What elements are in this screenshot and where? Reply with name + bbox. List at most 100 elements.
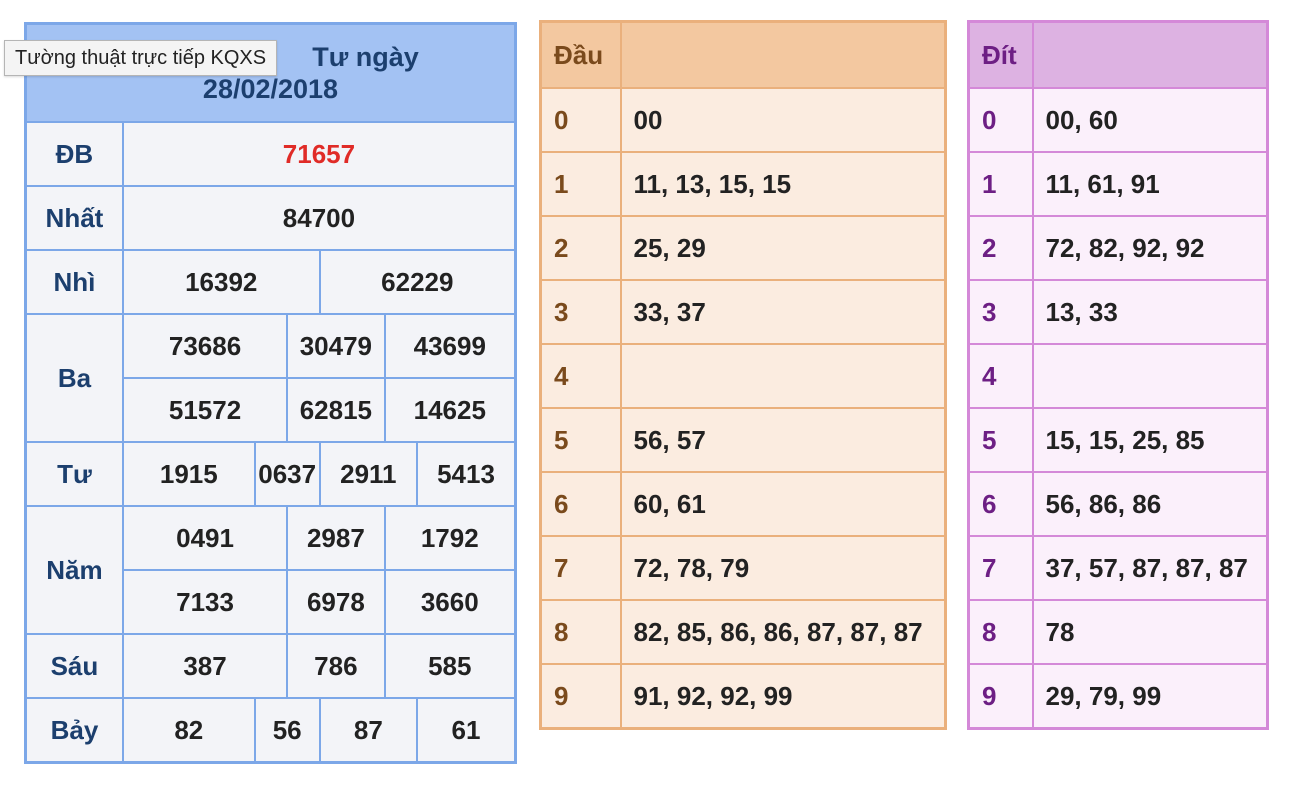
dit-key: 8 <box>967 599 1034 665</box>
prize-value: 51572 <box>121 377 289 443</box>
dit-header: Đít <box>967 20 1034 89</box>
dau-value <box>619 343 947 409</box>
prize-value: 786 <box>286 633 386 699</box>
dit-row: 9 29, 79, 99 <box>967 663 1269 730</box>
prize-label: Nhất <box>24 185 124 251</box>
special-prize-value: 71657 <box>121 121 517 187</box>
prize-value: 73686 <box>121 313 289 379</box>
dau-row: 4 <box>539 343 947 409</box>
prize-value: 3660 <box>383 569 517 635</box>
dau-value: 33, 37 <box>619 279 947 345</box>
prize-value: 61 <box>416 697 517 764</box>
prize-value: 30479 <box>286 313 386 379</box>
dau-value: 72, 78, 79 <box>619 535 947 601</box>
prize-value: 14625 <box>383 377 517 443</box>
dau-row: 1 11, 13, 15, 15 <box>539 151 947 217</box>
prize-row-nam: Năm 0491 2987 1792 <box>24 505 517 635</box>
prize-value: 16392 <box>121 249 321 315</box>
dau-value: 11, 13, 15, 15 <box>619 151 947 217</box>
dit-row: 4 <box>967 343 1269 409</box>
dau-key: 4 <box>539 343 622 409</box>
dit-key: 6 <box>967 471 1034 537</box>
prize-row-db: ĐB 71657 <box>24 121 517 187</box>
dit-header-value <box>1031 20 1269 89</box>
dau-key: 8 <box>539 599 622 665</box>
dau-table: Đầu 0 00 1 11, 13, 15, 15 2 25, 29 3 33, 37 4 5 56… <box>539 20 947 730</box>
prize-value: 2911 <box>318 441 419 507</box>
dit-key: 9 <box>967 663 1034 730</box>
dit-value: 72, 82, 92, 92 <box>1031 215 1269 281</box>
dau-value: 00 <box>619 87 947 153</box>
prize-row-nhat: Nhất 84700 <box>24 185 517 251</box>
dau-row: 3 33, 37 <box>539 279 947 345</box>
prize-value: 56 <box>253 697 321 764</box>
prize-row-bay: Bảy 82 56 87 61 <box>24 697 517 764</box>
dit-row: 7 37, 57, 87, 87, 87 <box>967 535 1269 601</box>
dit-row: 1 11, 61, 91 <box>967 151 1269 217</box>
prize-label: Năm <box>24 505 124 635</box>
dit-value: 29, 79, 99 <box>1031 663 1269 730</box>
dit-row: 0 00, 60 <box>967 87 1269 153</box>
prize-label: Bảy <box>24 697 124 764</box>
results-title-date: 28/02/2018 <box>202 74 339 104</box>
prize-value: 6978 <box>286 569 386 635</box>
dit-row: 6 56, 86, 86 <box>967 471 1269 537</box>
dit-key: 3 <box>967 279 1034 345</box>
lottery-results-table: Tư ngày 28/02/2018 ĐB 71657 Nhất 84700 N… <box>24 22 517 764</box>
dit-value <box>1031 343 1269 409</box>
prize-value: 585 <box>383 633 517 699</box>
prize-value: 87 <box>318 697 419 764</box>
dit-key: 4 <box>967 343 1034 409</box>
dau-header-row: Đầu <box>539 20 947 89</box>
prize-value: 62229 <box>318 249 517 315</box>
dit-value: 78 <box>1031 599 1269 665</box>
dau-value: 82, 85, 86, 86, 87, 87, 87 <box>619 599 947 665</box>
dit-value: 56, 86, 86 <box>1031 471 1269 537</box>
prize-row-nhi: Nhì 16392 62229 <box>24 249 517 315</box>
prize-row-sau: Sáu 387 786 585 <box>24 633 517 699</box>
dit-key: 2 <box>967 215 1034 281</box>
prize-label: Ba <box>24 313 124 443</box>
dau-row: 8 82, 85, 86, 86, 87, 87, 87 <box>539 599 947 665</box>
prize-value: 62815 <box>286 377 386 443</box>
dau-value: 91, 92, 92, 99 <box>619 663 947 730</box>
dit-row: 2 72, 82, 92, 92 <box>967 215 1269 281</box>
dau-key: 7 <box>539 535 622 601</box>
tooltip: Tường thuật trực tiếp KQXS <box>4 40 278 76</box>
dit-key: 0 <box>967 87 1034 153</box>
dit-value: 37, 57, 87, 87, 87 <box>1031 535 1269 601</box>
prize-row-tu: Tư 1915 0637 2911 5413 <box>24 441 517 507</box>
dit-header-row: Đít <box>967 20 1269 89</box>
prize-value: 2987 <box>286 505 386 571</box>
dau-row: 7 72, 78, 79 <box>539 535 947 601</box>
prize-label: Tư <box>24 441 124 507</box>
prize-value: 82 <box>121 697 256 764</box>
prize-label: Nhì <box>24 249 124 315</box>
prize-value: 84700 <box>121 185 517 251</box>
prize-value: 387 <box>121 633 289 699</box>
dau-key: 5 <box>539 407 622 473</box>
dit-value: 15, 15, 25, 85 <box>1031 407 1269 473</box>
dau-row: 5 56, 57 <box>539 407 947 473</box>
dit-row: 8 78 <box>967 599 1269 665</box>
dau-header: Đầu <box>539 20 622 89</box>
prize-label: Sáu <box>24 633 124 699</box>
dau-row: 6 60, 61 <box>539 471 947 537</box>
dit-value: 13, 33 <box>1031 279 1269 345</box>
prize-value: 0491 <box>121 505 289 571</box>
prize-value: 0637 <box>253 441 321 507</box>
dit-row: 3 13, 33 <box>967 279 1269 345</box>
prize-value: 5413 <box>416 441 517 507</box>
prize-value: 1915 <box>121 441 256 507</box>
prize-value: 43699 <box>383 313 517 379</box>
dau-value: 56, 57 <box>619 407 947 473</box>
dit-key: 5 <box>967 407 1034 473</box>
dau-key: 6 <box>539 471 622 537</box>
dau-key: 3 <box>539 279 622 345</box>
dau-value: 25, 29 <box>619 215 947 281</box>
dit-table: Đít 0 00, 60 1 11, 61, 91 2 72, 82, 92, 92 3 13… <box>967 20 1269 730</box>
dit-value: 00, 60 <box>1031 87 1269 153</box>
dau-key: 0 <box>539 87 622 153</box>
dau-row: 0 00 <box>539 87 947 153</box>
prize-row-ba: Ba 73686 30479 43699 <box>24 313 517 443</box>
